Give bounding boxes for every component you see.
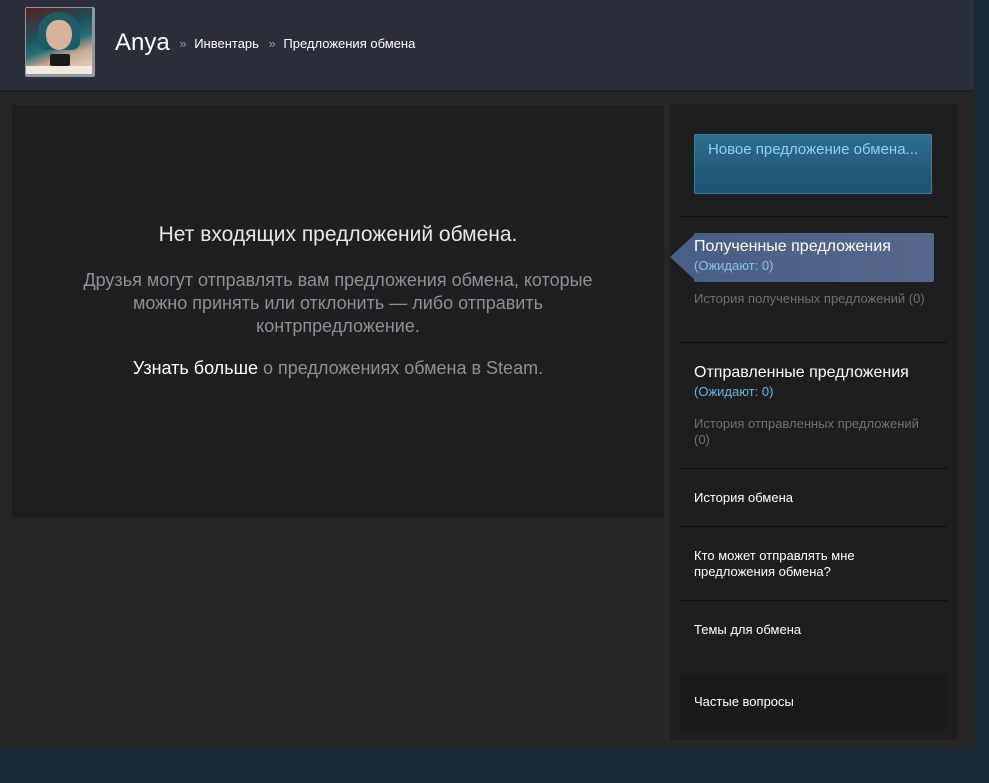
empty-state-title: Нет входящих предложений обмена. — [158, 223, 518, 246]
avatar[interactable] — [25, 7, 95, 77]
learn-more-text: Узнать больше о предложениях обмена в St… — [12, 358, 664, 379]
profile-header: Anya » Инвентарь » Предложения обмена — [0, 0, 974, 92]
faq-link[interactable]: Частые вопросы — [694, 694, 934, 710]
breadcrumb-inventory-link[interactable]: Инвентарь — [194, 36, 259, 51]
new-trade-offer-button[interactable]: Новое предложение обмена... — [694, 134, 932, 194]
sent-offers-link[interactable]: Отправленные предложения (Ожидают: 0) — [694, 364, 934, 399]
received-history-link[interactable]: История полученных предложений (0) — [694, 291, 934, 307]
who-can-send-link[interactable]: Кто может отправлять мне предложения обм… — [694, 548, 934, 580]
breadcrumb-trade-offers-link[interactable]: Предложения обмена — [283, 36, 415, 51]
received-pending-count: (Ожидают: 0) — [694, 258, 774, 273]
received-offers-title: Полученные предложения — [694, 238, 891, 255]
trade-offers-panel: Нет входящих предложений обмена. Друзья … — [12, 105, 664, 518]
active-arrow-icon — [670, 235, 694, 279]
divider — [680, 216, 947, 217]
trade-history-link[interactable]: История обмена — [694, 490, 934, 506]
divider — [680, 526, 947, 527]
avatar-label-shape — [26, 66, 92, 74]
footer-bar — [0, 750, 989, 783]
page-right-edge — [974, 0, 989, 750]
breadcrumb-separator: » — [268, 36, 276, 51]
empty-state-description: Друзья могут отправлять вам предложения … — [83, 270, 593, 336]
avatar-face-shape — [46, 20, 72, 50]
sent-history-link[interactable]: История отправленных предложений (0) — [694, 416, 934, 448]
trade-topics-link[interactable]: Темы для обмена — [694, 622, 934, 638]
sent-pending-count: (Ожидают: 0) — [694, 384, 774, 399]
received-offers-link[interactable]: Полученные предложения (Ожидают: 0) — [670, 233, 934, 282]
profile-name-link[interactable]: Anya — [115, 29, 170, 56]
divider — [680, 342, 947, 343]
sent-offers-title: Отправленные предложения — [694, 364, 909, 381]
avatar-image — [26, 8, 92, 74]
divider — [680, 468, 947, 469]
learn-more-link[interactable]: Узнать больше — [133, 358, 258, 378]
breadcrumb-separator: » — [179, 36, 187, 51]
breadcrumb: Anya » Инвентарь » Предложения обмена — [115, 29, 415, 57]
avatar-camera-shape — [50, 54, 70, 66]
divider — [680, 600, 947, 601]
trade-offers-sidebar: Новое предложение обмена... Полученные п… — [670, 104, 957, 740]
learn-more-suffix: о предложениях обмена в Steam. — [258, 358, 544, 378]
